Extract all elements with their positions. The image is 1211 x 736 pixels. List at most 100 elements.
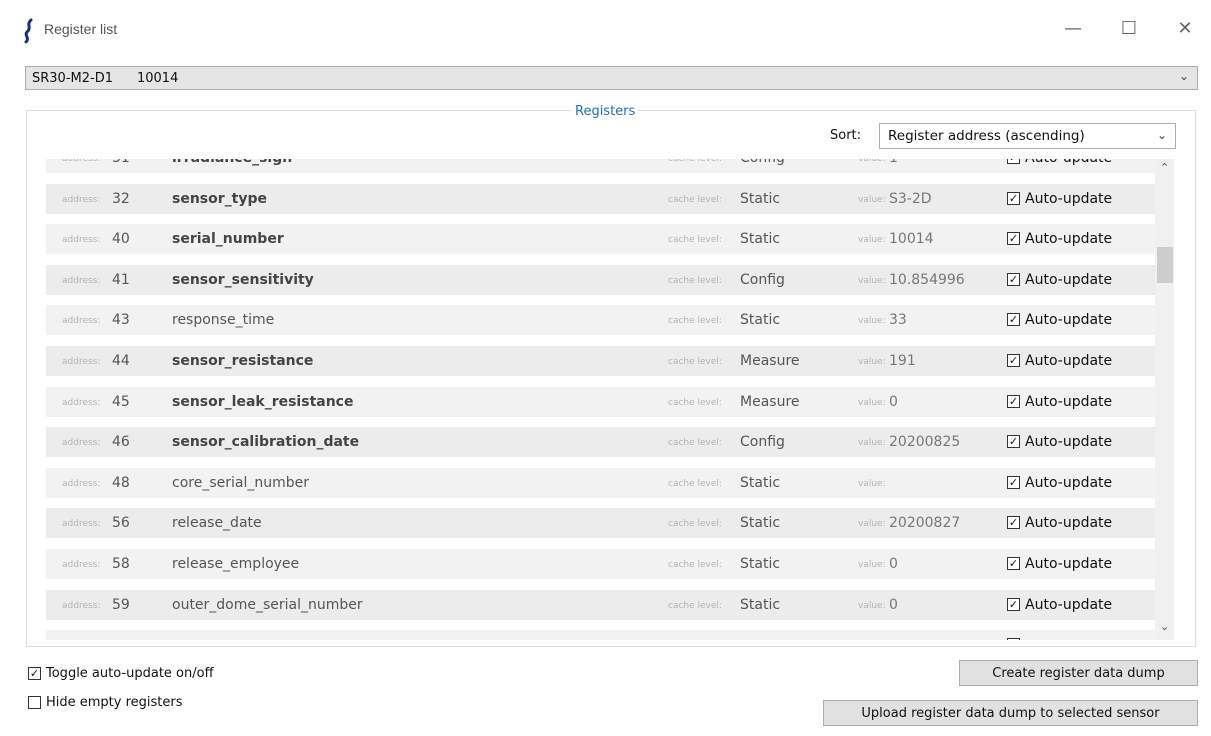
register-value: 0	[889, 393, 898, 410]
value-label: value:	[858, 397, 886, 408]
auto-update-checkbox[interactable]: ✓	[1007, 394, 1020, 408]
register-address: 44	[112, 352, 130, 369]
hide-empty-registers[interactable]: Hide empty registers	[28, 695, 183, 710]
auto-update-label: Auto-update	[1025, 515, 1113, 532]
auto-update-checkbox[interactable]: ✓	[1007, 353, 1020, 367]
address-label: address:	[62, 316, 101, 327]
register-value: 20200827	[889, 515, 961, 532]
sort-select-value: Register address (ascending)	[888, 128, 1085, 144]
create-dump-button[interactable]: Create register data dump	[959, 660, 1198, 686]
address-label: address:	[62, 519, 101, 530]
hide-empty-registers-checkbox[interactable]	[28, 696, 41, 709]
registers-group-title: Registers	[572, 104, 639, 119]
device-select[interactable]: SR30-M2-D1 10014 ⌄	[25, 66, 1198, 90]
value-label: value:	[858, 235, 886, 246]
auto-update-checkbox[interactable]: ✓	[1007, 475, 1020, 489]
toggle-auto-update[interactable]: ✓ Toggle auto-update on/off	[28, 666, 214, 681]
register-value: 0	[889, 555, 898, 572]
auto-update-label: Auto-update	[1025, 271, 1113, 288]
register-row: address: 43 response_time cache level: Stati…	[46, 305, 1155, 336]
auto-update-checkbox[interactable]: ✓	[1007, 516, 1020, 530]
maximize-button[interactable]: ☐	[1106, 8, 1152, 48]
hide-empty-registers-label: Hide empty registers	[46, 695, 183, 710]
register-name: sensor_type	[172, 190, 267, 207]
register-name: outer_dome_serial_number	[172, 596, 363, 613]
cache-level-label: cache level:	[668, 356, 722, 367]
device-model: SR30-M2-D1	[32, 70, 113, 86]
toggle-auto-update-checkbox[interactable]: ✓	[28, 667, 41, 680]
cache-level-value: Static	[740, 555, 781, 572]
auto-update-checkbox[interactable]: ✓	[1007, 556, 1020, 570]
register-value: 20200825	[889, 434, 961, 451]
auto-update-checkbox[interactable]: ✓	[1007, 435, 1020, 449]
title-bar: Register list — ☐ ✕	[0, 0, 1211, 60]
sort-select[interactable]: Register address (ascending) ⌄	[879, 123, 1176, 149]
address-label: address:	[62, 275, 101, 286]
cache-level-value: Config	[740, 271, 785, 288]
auto-update-checkbox[interactable]: ✓	[1007, 191, 1020, 205]
value-label: value:	[858, 356, 886, 367]
register-list[interactable]: address: 31 irradiance_signcache level: Con…	[46, 159, 1155, 640]
address-label: address:	[62, 478, 101, 489]
sort-label: Sort:	[830, 128, 862, 143]
upload-dump-button[interactable]: Upload register data dump to selected se…	[823, 700, 1198, 726]
cache-level-value: Static	[740, 474, 781, 491]
address-label: address:	[62, 194, 101, 205]
cache-level-label: cache level:	[668, 600, 722, 611]
register-name: core_serial_number	[172, 474, 309, 491]
register-value: S3-2D	[889, 190, 932, 207]
value-label: value:	[858, 275, 886, 286]
auto-update-label: Auto-update	[1025, 474, 1113, 491]
register-address: 40	[112, 231, 130, 248]
auto-update-checkbox[interactable]: ✓	[1007, 597, 1020, 611]
register-row: address: 46 sensor_calibration_date cache l…	[46, 427, 1155, 458]
register-row: address: 48 core_serial_number cache level:…	[46, 467, 1155, 498]
auto-update-label: Auto-update	[1025, 596, 1113, 613]
address-label: address:	[62, 235, 101, 246]
register-name: serial_number	[172, 231, 284, 248]
register-name: sensor_leak_resistance	[172, 393, 354, 410]
scrollbar-track[interactable]	[1155, 159, 1174, 640]
register-address: 31	[112, 159, 130, 166]
register-address: 32	[112, 190, 130, 207]
register-address: 43	[112, 312, 130, 329]
register-address: 56	[112, 515, 130, 532]
scroll-down-button[interactable]: ⌄	[1157, 620, 1172, 637]
scroll-up-button[interactable]: ⌃	[1157, 161, 1172, 178]
auto-update-label: Auto-update	[1025, 231, 1113, 248]
cache-level-label: cache level:	[668, 438, 722, 449]
close-button[interactable]: ✕	[1162, 8, 1208, 48]
register-row	[46, 630, 1155, 640]
cache-level-value: Static	[740, 515, 781, 532]
app-logo-icon	[24, 18, 33, 44]
cache-level-value: Config	[740, 434, 785, 451]
register-value: 33	[889, 312, 907, 329]
cache-level-value: Static	[740, 190, 781, 207]
auto-update-checkbox[interactable]: ✓	[1007, 313, 1020, 327]
toggle-auto-update-label: Toggle auto-update on/off	[46, 666, 214, 681]
register-row: address: 41 sensor_sensitivity cache level:…	[46, 264, 1155, 295]
auto-update-label: Auto-update	[1025, 312, 1113, 329]
auto-update-checkbox[interactable]: ✓	[1007, 232, 1020, 246]
auto-update-checkbox[interactable]: ✓	[1007, 159, 1020, 164]
register-address: 48	[112, 474, 130, 491]
auto-update-checkbox[interactable]: ✓	[1007, 272, 1020, 286]
address-label: address:	[62, 600, 101, 611]
register-name: release_date	[172, 515, 262, 532]
auto-update-checkbox[interactable]	[1007, 638, 1020, 640]
register-value: 10.854996	[889, 271, 965, 288]
auto-update-label: Auto-update	[1025, 393, 1113, 410]
value-label: value:	[858, 194, 886, 205]
register-row: address: 31 irradiance_sign cache level: Con…	[46, 159, 1155, 173]
minimize-button[interactable]: —	[1050, 8, 1096, 48]
register-name: irradiance_sign	[172, 159, 292, 166]
register-row: address: 40 serial_number cache level: Stati…	[46, 224, 1155, 255]
address-label: address:	[62, 159, 101, 164]
value-label: value:	[858, 600, 886, 611]
cache-level-label: cache level:	[668, 275, 722, 286]
cache-level-label: cache level:	[668, 519, 722, 530]
auto-update-label: Auto-update	[1025, 434, 1113, 451]
register-address: 46	[112, 434, 130, 451]
register-value: 10014	[889, 231, 934, 248]
scrollbar-thumb[interactable]	[1157, 247, 1173, 283]
